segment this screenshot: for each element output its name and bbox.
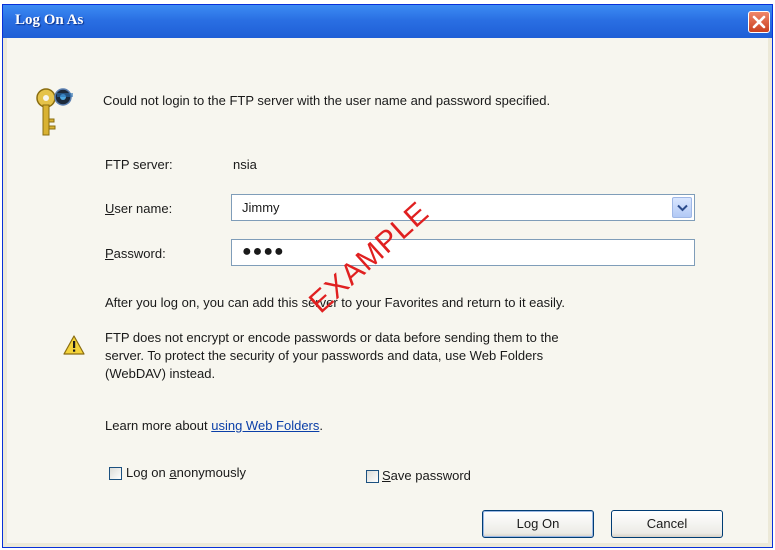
user-name-combobox[interactable]: Jimmy [231, 194, 695, 221]
chevron-down-icon [677, 204, 688, 212]
password-label-text: assword: [113, 246, 166, 261]
log-on-anonymously-checkbox[interactable] [109, 467, 122, 480]
close-button[interactable] [748, 11, 770, 33]
ftp-server-label: FTP server: [105, 157, 173, 172]
anonymous-accelerator: a [169, 465, 177, 480]
user-name-dropdown-button[interactable] [672, 197, 692, 218]
password-accelerator: P [105, 246, 114, 261]
title-bar[interactable]: Log On As [3, 5, 772, 38]
password-label: Password: [105, 246, 166, 261]
close-icon [752, 15, 766, 29]
learn-more-text: Learn more about using Web Folders. [105, 418, 323, 433]
user-name-value: Jimmy [242, 200, 280, 215]
ftp-server-value: nsia [233, 157, 257, 172]
anonymous-label-pre: Log on [126, 465, 170, 480]
learn-more-prefix: Learn more about [105, 418, 212, 433]
warning-text-line-2: server. To protect the security of your … [105, 348, 544, 363]
save-password-label-post: ave password [390, 468, 471, 483]
user-name-label: User name: [105, 201, 172, 216]
anonymous-label-post: nonymously [176, 465, 246, 480]
log-on-as-dialog: Log On As Could not login to the FTP ser… [2, 4, 773, 548]
user-name-label-text: ser name: [114, 201, 173, 216]
log-on-button[interactable]: Log On [482, 510, 594, 538]
warning-text-line-3: (WebDAV) instead. [105, 366, 216, 381]
web-folders-link[interactable]: using Web Folders [211, 418, 319, 433]
warning-text-line-1: FTP does not encrypt or encode passwords… [105, 330, 559, 345]
learn-more-suffix: . [319, 418, 324, 433]
cancel-button[interactable]: Cancel [611, 510, 723, 538]
save-password-label[interactable]: Save password [382, 468, 471, 483]
password-value: ●●●● [242, 243, 285, 260]
error-message: Could not login to the FTP server with t… [103, 93, 551, 108]
password-field[interactable]: ●●●● [231, 239, 695, 266]
log-on-anonymously-label[interactable]: Log on anonymously [126, 465, 246, 480]
window-title: Log On As [15, 12, 84, 28]
keys-icon [33, 85, 77, 146]
user-name-accelerator: U [105, 201, 115, 216]
warning-icon [63, 335, 85, 360]
save-password-accelerator: S [382, 468, 391, 483]
save-password-checkbox[interactable] [366, 470, 379, 483]
